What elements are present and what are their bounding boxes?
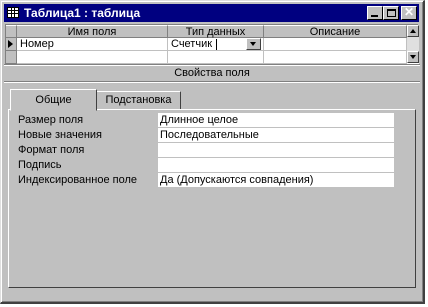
property-label: Размер поля (18, 114, 84, 126)
chevron-up-icon (410, 29, 416, 33)
row-selector[interactable] (6, 38, 17, 51)
chevron-down-icon (410, 55, 416, 59)
minimize-button[interactable] (367, 6, 383, 20)
data-type-cell-empty[interactable] (168, 51, 264, 64)
property-value-format[interactable] (158, 143, 394, 157)
description-cell-empty[interactable] (264, 51, 407, 64)
property-label: Индексированное поле (18, 174, 137, 186)
minimize-icon (371, 15, 378, 17)
field-name-cell-empty[interactable] (17, 51, 168, 64)
property-value-new-values[interactable]: Последовательные (158, 128, 394, 142)
property-label: Новые значения (18, 129, 103, 141)
divider (4, 82, 420, 83)
field-grid: Имя поля Тип данных Описание Номер Счетч… (5, 24, 419, 64)
text-cursor (216, 39, 217, 50)
column-header-data-type[interactable]: Тип данных (168, 25, 264, 38)
property-value-indexed[interactable]: Да (Допускаются совпадения) (158, 173, 394, 187)
table-design-window: Таблица1 : таблица ✕ Имя поля Тип данных… (0, 0, 425, 304)
tab-lookup[interactable]: Подстановка (96, 91, 181, 110)
property-value-field-size[interactable]: Длинное целое (158, 113, 394, 127)
chevron-down-icon (250, 42, 256, 46)
window-title: Таблица1 : таблица (24, 6, 141, 20)
column-header-field-name[interactable]: Имя поля (17, 25, 168, 38)
column-header-description[interactable]: Описание (264, 25, 407, 38)
scroll-up-button[interactable] (407, 25, 419, 37)
field-name-cell[interactable]: Номер (17, 38, 168, 51)
close-button[interactable]: ✕ (401, 6, 417, 20)
maximize-icon (387, 9, 396, 17)
row-selector-empty[interactable] (6, 51, 17, 64)
grid-corner (6, 25, 17, 38)
row-pointer-icon (8, 40, 13, 48)
data-type-cell[interactable]: Счетчик (168, 38, 264, 51)
close-icon: ✕ (404, 5, 415, 19)
description-cell[interactable] (264, 38, 407, 51)
grid-vertical-scrollbar[interactable] (407, 25, 419, 63)
divider (4, 65, 420, 66)
data-type-value: Счетчик (171, 38, 213, 50)
title-bar[interactable]: Таблица1 : таблица ✕ (4, 4, 419, 22)
scroll-down-button[interactable] (407, 51, 419, 63)
property-value-caption[interactable] (158, 158, 394, 172)
data-type-dropdown-button[interactable] (246, 38, 261, 50)
field-properties-title: Свойства поля (174, 67, 250, 79)
table-icon[interactable] (7, 7, 19, 18)
property-label: Формат поля (18, 144, 85, 156)
maximize-button[interactable] (383, 6, 399, 20)
tab-general[interactable]: Общие (10, 89, 97, 111)
property-label: Подпись (18, 159, 62, 171)
